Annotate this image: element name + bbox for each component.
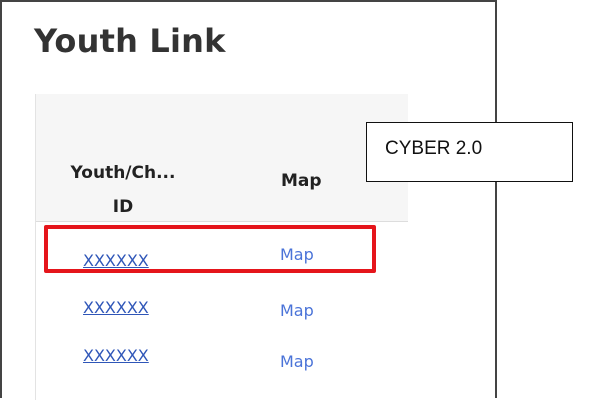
panel-title: Youth Link	[34, 22, 226, 60]
column-header-youth-id[interactable]: Youth/Ch... ID	[63, 156, 183, 224]
table-row: XXXXXX Map	[36, 346, 408, 400]
table-row: XXXXXX Map	[36, 295, 408, 349]
row-highlight-box	[44, 225, 376, 273]
callout-box: CYBER 2.0	[366, 122, 573, 182]
column-header-map[interactable]: Map	[281, 171, 322, 191]
column-header-youth-id-line2: ID	[112, 197, 134, 217]
table-header: Youth/Ch... ID Map	[36, 94, 408, 222]
youth-link-panel: Youth Link Youth/Ch... ID Map XXXXXX Map…	[0, 0, 497, 400]
column-header-youth-id-line1: Youth/Ch...	[70, 163, 176, 183]
map-link[interactable]: Map	[280, 301, 314, 320]
callout-text: CYBER 2.0	[385, 138, 483, 159]
youth-id-link[interactable]: XXXXXX	[83, 298, 149, 317]
youth-id-link[interactable]: XXXXXX	[83, 346, 149, 365]
map-link[interactable]: Map	[280, 352, 314, 371]
